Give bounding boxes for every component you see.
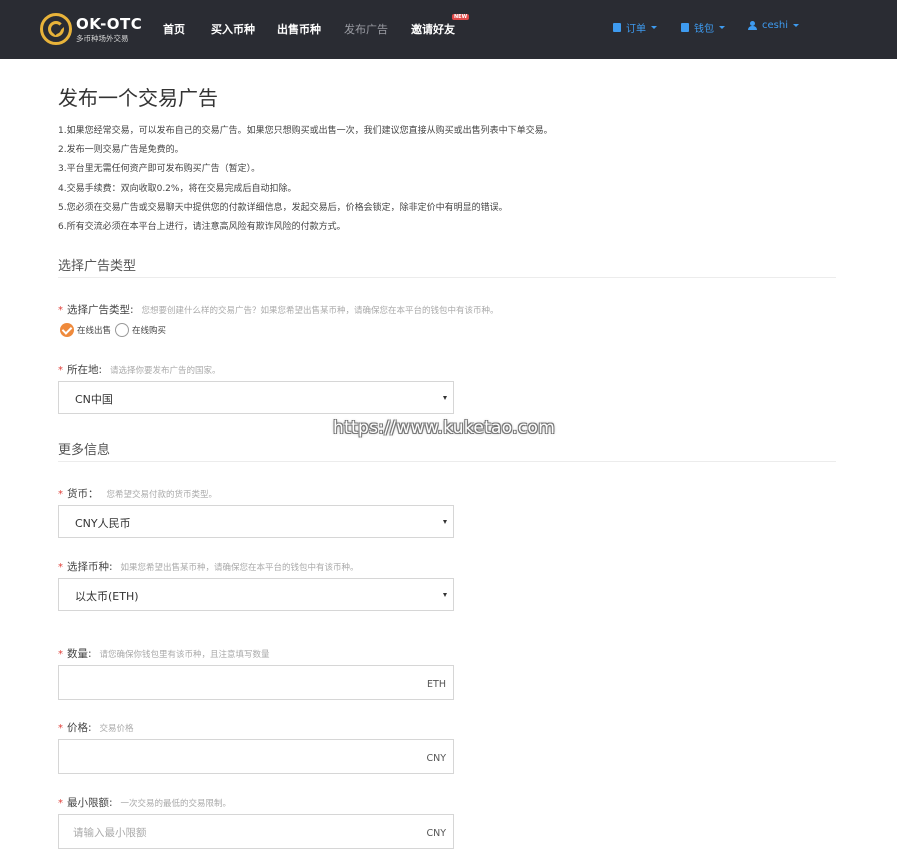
radio-buy-label[interactable]: 在线购买 [132,324,166,336]
coin-select[interactable]: 以太币(ETH) [58,578,454,611]
min-limit-label: * 最小限额: 一次交易的最低的交易限制。 [58,795,231,810]
amount-label-text: 数量: [67,648,92,660]
price-input[interactable]: CNY [58,739,454,774]
nav-sell-coins[interactable]: 出售币种 [277,21,321,37]
logo-subtitle: 多币种场外交易 [76,34,129,43]
section-title-ad-type: 选择广告类型 [58,259,137,274]
instruction-item: 4.交易手续费：双向收取0.2%，将在交易完成后自动扣除。 [58,183,297,194]
chevron-down-icon [719,26,725,29]
ad-type-label: * 选择广告类型: 您想要创建什么样的交易广告？如果您希望出售某币种，请确保您在… [58,302,499,317]
chevron-down-icon [792,24,799,27]
instruction-item: 6.所有交流必须在本平台上进行，请注意高风险有欺诈风险的付款方式。 [58,221,346,232]
coin-hint: 如果您希望出售某币种，请确保您在本平台的钱包中有该币种。 [120,563,359,573]
top-navbar: OK-OTC 多币种场外交易 首页 买入币种 出售币种 发布广告 邀请好友 NE… [0,0,897,59]
required-star: * [58,723,63,734]
chevron-down-icon [443,396,447,400]
ad-type-hint: 您想要创建什么样的交易广告？如果您希望出售某币种，请确保您在本平台的钱包中有该币… [141,306,499,316]
nav-invite-friends[interactable]: 邀请好友 [411,21,455,37]
new-badge: NEW [452,14,470,20]
price-label-text: 价格: [67,722,92,734]
currency-label: * 货币： 您希望交易付款的货币类型。 [58,486,217,501]
user-menu[interactable]: ceshi [748,20,799,31]
min-limit-unit: CNY [426,828,446,839]
amount-label: * 数量: 请您确保你钱包里有该币种，且注意填写数量 [58,646,270,661]
required-star: * [58,649,63,660]
wallet-menu[interactable]: 钱包 [681,20,725,35]
required-star: * [58,365,63,376]
currency-select[interactable]: CNY人民币 [58,505,454,538]
location-label-text: 所在地: [67,364,103,376]
min-limit-label-text: 最小限额: [67,797,113,809]
required-star: * [58,798,63,809]
user-label: ceshi [762,20,788,31]
price-label: * 价格: 交易价格 [58,720,134,735]
ad-type-radio-group: 在线出售 在线购买 [60,323,170,337]
section-title-more-info: 更多信息 [58,443,111,458]
nav-home[interactable]: 首页 [163,21,185,37]
instructions-list: 1.如果您经常交易，可以发布自己的交易广告。如果您只想购买或出售一次，我们建议您… [58,124,858,239]
page-title: 发布一个交易广告 [58,86,218,110]
instruction-item: 3.平台里无需任何资产即可发布购买广告（暂定）。 [58,164,261,175]
radio-sell-online[interactable] [60,323,74,337]
coin-value: 以太币(ETH) [75,590,139,603]
location-label: * 所在地: 请选择你要发布广告的国家。 [58,362,221,377]
instruction-item: 1.如果您经常交易，可以发布自己的交易广告。如果您只想购买或出售一次，我们建议您… [58,126,553,136]
chevron-down-icon [651,26,657,29]
coin-label: * 选择币种: 如果您希望出售某币种，请确保您在本平台的钱包中有该币种。 [58,559,359,574]
required-star: * [58,562,63,573]
min-limit-placeholder: 请输入最小限额 [73,827,147,839]
radio-buy-online[interactable] [115,323,130,337]
wallet-label: 钱包 [694,24,714,35]
section-divider [58,461,836,462]
orders-menu[interactable]: 订单 [613,20,657,35]
nav-post-ad[interactable]: 发布广告 [344,21,388,37]
currency-label-text: 货币： [67,488,99,500]
price-hint: 交易价格 [99,724,134,734]
logo-title: OK-OTC [76,15,143,33]
clipboard-icon [613,23,621,32]
chevron-down-icon [443,593,447,597]
radio-sell-label[interactable]: 在线出售 [77,324,111,336]
amount-unit: ETH [427,679,446,690]
coin-label-text: 选择币种: [67,561,113,573]
min-limit-input[interactable]: 请输入最小限额 CNY [58,814,454,849]
user-icon [748,21,757,30]
location-hint: 请选择你要发布广告的国家。 [110,366,221,376]
chevron-down-icon [443,520,447,524]
amount-hint: 请您确保你钱包里有该币种，且注意填写数量 [99,650,270,660]
location-select[interactable]: CN中国 [58,381,454,414]
min-limit-hint: 一次交易的最低的交易限制。 [120,799,232,809]
orders-label: 订单 [626,24,646,35]
location-value: CN中国 [75,393,113,406]
brand-logo[interactable]: OK-OTC 多币种场外交易 [40,12,143,48]
instruction-item: 5.您必须在交易广告或交易聊天中提供您的付款详细信息，发起交易后，价格会锁定，除… [58,202,508,213]
required-star: * [58,305,63,316]
currency-value: CNY人民币 [75,517,131,530]
required-star: * [58,489,63,500]
instruction-item: 2.发布一则交易广告是免费的。 [58,145,184,156]
nav-buy-coins[interactable]: 买入币种 [211,21,255,37]
price-unit: CNY [426,753,446,764]
wallet-icon [681,23,689,32]
ad-type-label-text: 选择广告类型: [67,304,134,316]
logo-mark-icon [40,13,72,45]
currency-hint: 您希望交易付款的货币类型。 [106,490,218,500]
section-divider [58,277,836,278]
watermark-text: https://www.kuketao.com [333,418,556,438]
amount-input[interactable]: ETH [58,665,454,700]
